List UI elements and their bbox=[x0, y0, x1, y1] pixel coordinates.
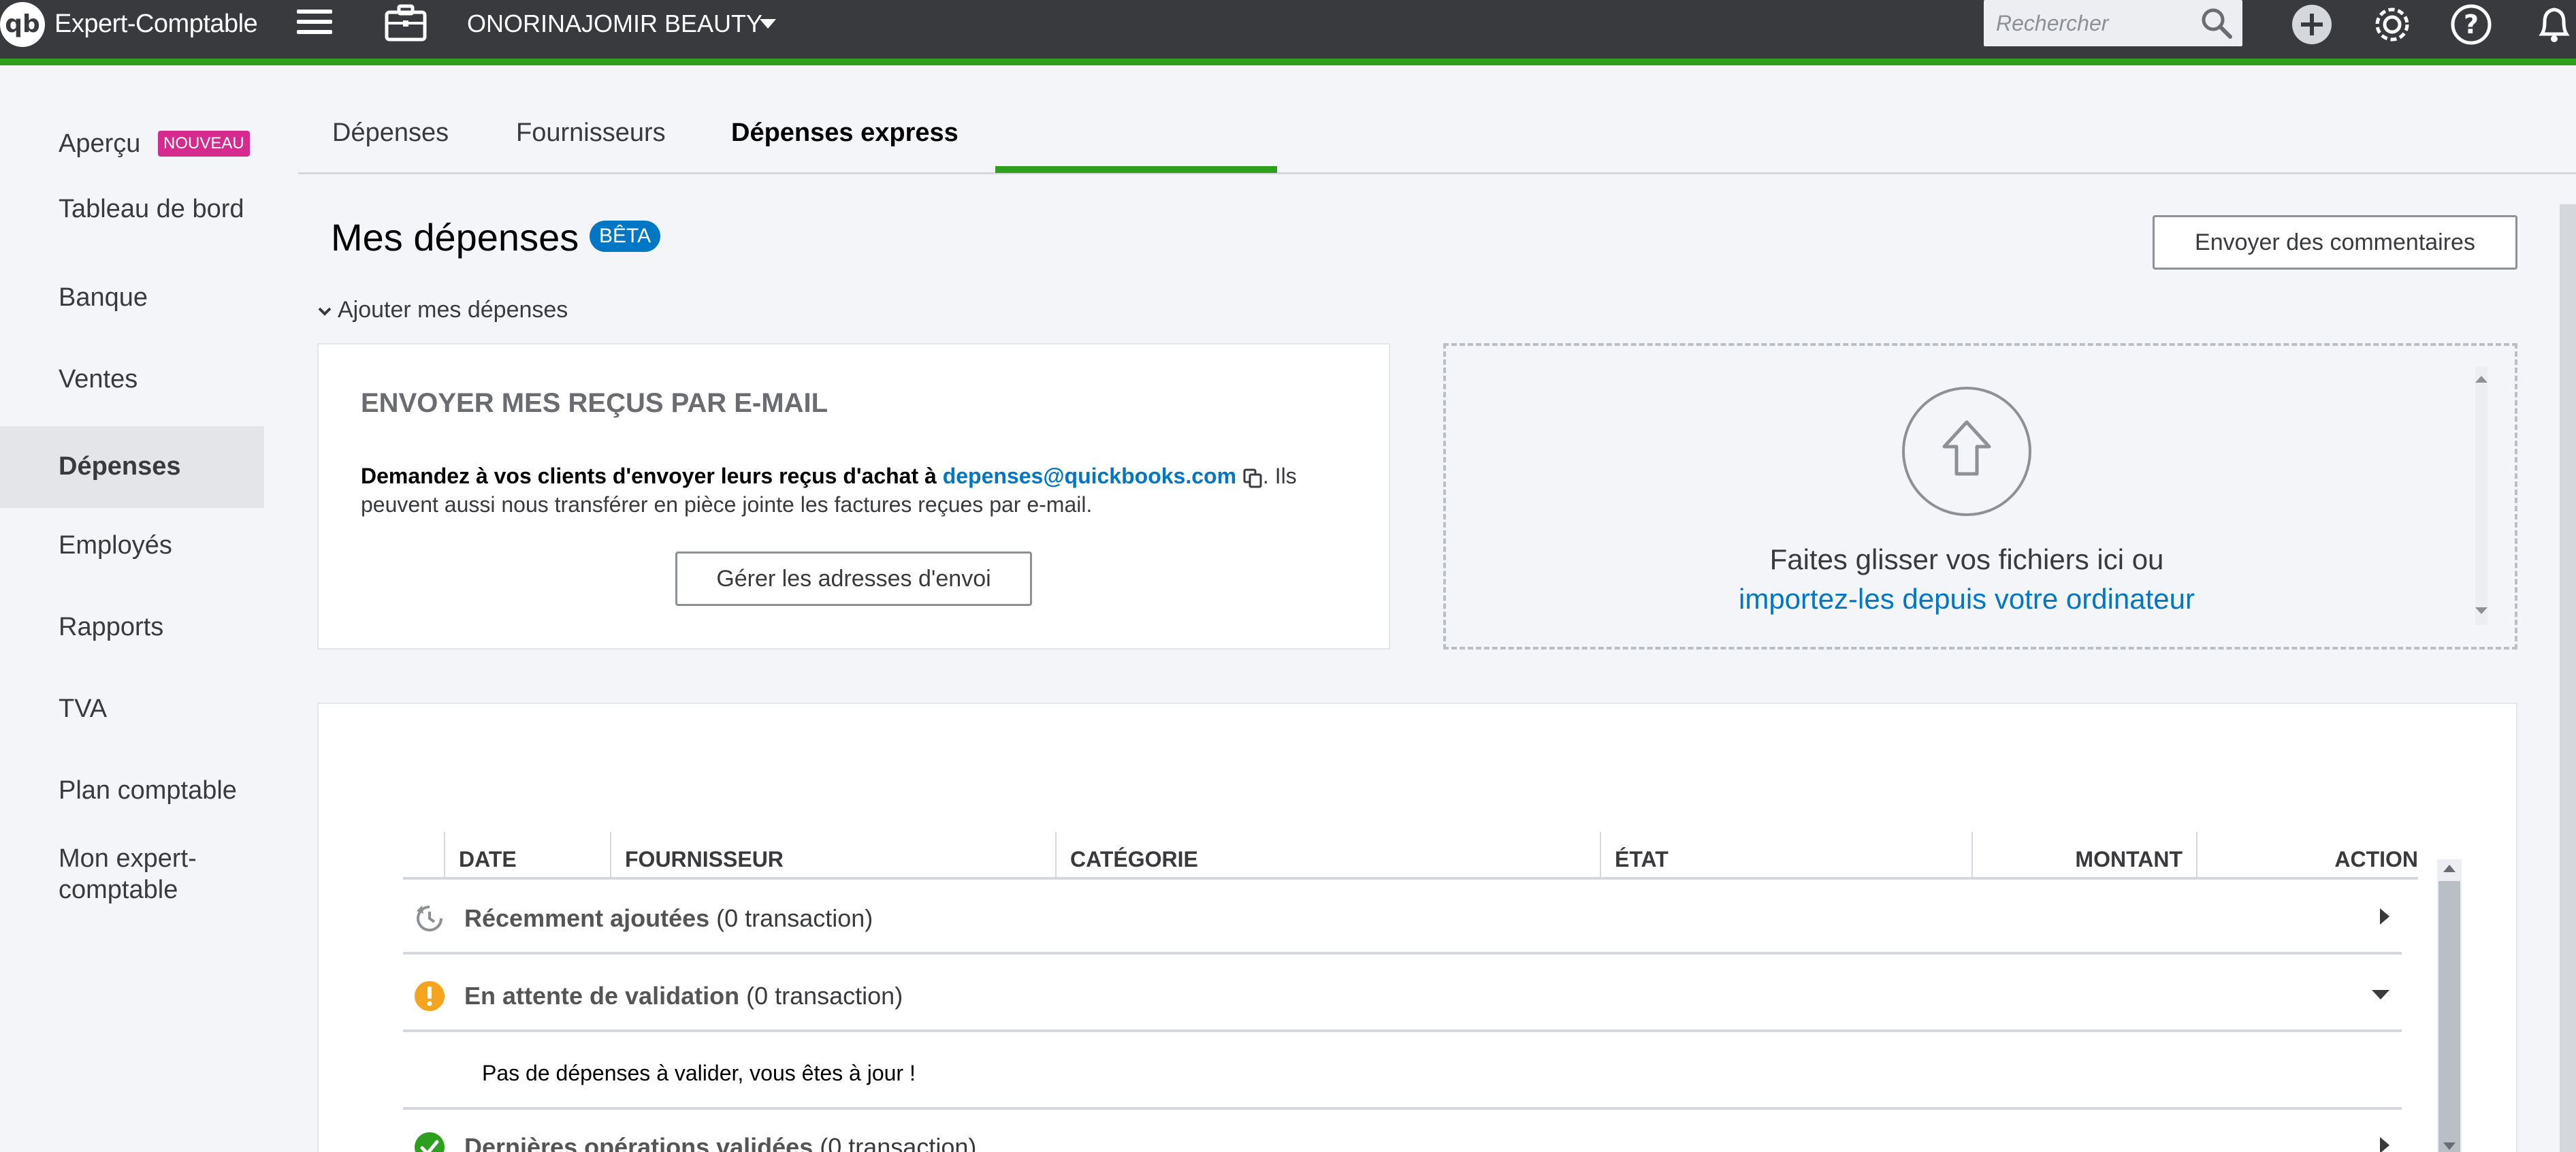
chevron-right-icon[interactable] bbox=[2380, 908, 2389, 925]
send-feedback-button[interactable]: Envoyer des commentaires bbox=[2153, 215, 2517, 270]
column-fournisseur[interactable]: FOURNISSEUR bbox=[610, 832, 1055, 880]
group-recently-added[interactable]: Récemment ajoutées (0 transaction) bbox=[403, 880, 2402, 955]
quickbooks-logo[interactable]: qb bbox=[0, 2, 45, 47]
company-selector[interactable]: ONORINAJOMIR BEAUTY bbox=[467, 10, 762, 38]
scroll-down-icon[interactable] bbox=[2474, 606, 2489, 615]
sidebar-item-ventes[interactable]: Ventes bbox=[0, 358, 264, 403]
top-bar: qb Expert-Comptable ONORINAJOMIR BEAUTY … bbox=[0, 0, 2576, 65]
sidebar-item-plan-comptable[interactable]: Plan comptable bbox=[0, 769, 264, 814]
chevron-down-icon[interactable] bbox=[760, 19, 776, 29]
search-icon[interactable] bbox=[2199, 5, 2234, 41]
sidebar-item-label: Rapports bbox=[59, 613, 164, 641]
drop-zone-text: Faites glisser vos fichiers ici ou bbox=[1769, 543, 2164, 575]
sidebar-item-mon-expert-comptable[interactable]: Mon expert-comptable bbox=[0, 843, 264, 908]
email-card-title: ENVOYER MES REÇUS PAR E-MAIL bbox=[361, 388, 828, 418]
sidebar-item-label: Dépenses bbox=[59, 452, 181, 481]
sidebar-item-depenses[interactable]: Dépenses bbox=[0, 426, 264, 508]
column-date[interactable]: DATE bbox=[444, 832, 610, 880]
sidebar-item-apercu[interactable]: Aperçu NOUVEAU bbox=[0, 123, 264, 167]
sidebar-item-label: Employés bbox=[59, 531, 172, 560]
group-label: Récemment ajoutées (0 transaction) bbox=[464, 904, 873, 933]
scroll-down-icon[interactable] bbox=[2443, 1142, 2456, 1150]
column-montant[interactable]: MONTANT bbox=[1971, 832, 2196, 880]
sidebar-item-rapports[interactable]: Rapports bbox=[0, 606, 264, 651]
sidebar-item-tableau-de-bord[interactable]: Tableau de bord bbox=[0, 193, 264, 259]
gear-icon[interactable] bbox=[2370, 3, 2414, 46]
chevron-down-icon[interactable] bbox=[2372, 990, 2389, 999]
sidebar-item-label: Mon expert-comptable bbox=[59, 844, 197, 904]
check-circle-icon bbox=[415, 1132, 445, 1152]
sidebar-item-employes[interactable]: Employés bbox=[0, 524, 264, 569]
table-header: DATE FOURNISSEUR CATÉGORIE ÉTAT MONTANT … bbox=[403, 794, 2418, 880]
new-badge: NOUVEAU bbox=[158, 131, 250, 157]
copy-icon[interactable] bbox=[1242, 468, 1263, 488]
sidebar-item-label: Ventes bbox=[59, 365, 138, 394]
page-title: Mes dépenses bbox=[331, 216, 579, 259]
group-label: En attente de validation (0 transaction) bbox=[464, 982, 903, 1010]
group-pending-validation[interactable]: En attente de validation (0 transaction) bbox=[403, 957, 2402, 1032]
receipt-email-link[interactable]: depenses@quickbooks.com bbox=[943, 464, 1236, 488]
scroll-up-icon[interactable] bbox=[2443, 865, 2456, 872]
tab-fournisseurs[interactable]: Fournisseurs bbox=[516, 118, 666, 148]
beta-badge: BÊTA bbox=[590, 221, 661, 252]
sidebar-item-banque[interactable]: Banque bbox=[0, 276, 264, 321]
tab-bar: Dépenses Fournisseurs Dépenses express bbox=[298, 106, 2576, 174]
column-action: ACTION bbox=[2196, 832, 2418, 880]
email-card-description: Demandez à vos clients d'envoyer leurs r… bbox=[361, 462, 1341, 519]
manage-addresses-button[interactable]: Gérer les adresses d'envoi bbox=[675, 551, 1032, 606]
search-input[interactable] bbox=[1996, 7, 2193, 39]
group-title: En attente de validation bbox=[464, 982, 740, 1010]
tab-depenses[interactable]: Dépenses bbox=[332, 118, 449, 148]
plus-icon[interactable] bbox=[2290, 3, 2334, 46]
scrollbar-thumb[interactable] bbox=[2438, 881, 2460, 1152]
group-label: Dernières opérations validées (0 transac… bbox=[464, 1133, 976, 1152]
sidebar: Aperçu NOUVEAU Tableau de bord Banque Ve… bbox=[0, 72, 264, 1152]
menu-icon[interactable] bbox=[297, 10, 332, 39]
sidebar-item-label: Aperçu bbox=[59, 129, 141, 158]
chevron-right-icon[interactable] bbox=[2380, 1137, 2389, 1152]
email-receipts-card: ENVOYER MES REÇUS PAR E-MAIL Demandez à … bbox=[317, 343, 1390, 650]
email-card-instruction: Demandez à vos clients d'envoyer leurs r… bbox=[361, 464, 937, 488]
sidebar-item-label: Banque bbox=[59, 283, 148, 312]
column-categorie[interactable]: CATÉGORIE bbox=[1055, 832, 1600, 880]
sidebar-item-label: Tableau de bord bbox=[59, 195, 244, 223]
file-drop-zone[interactable]: Faites glisser vos fichiers ici ou impor… bbox=[1443, 343, 2517, 650]
empty-state-message: Pas de dépenses à valider, vous êtes à j… bbox=[482, 1061, 916, 1085]
briefcase-icon[interactable] bbox=[384, 4, 428, 42]
search-box[interactable] bbox=[1984, 0, 2242, 46]
svg-text:?: ? bbox=[2464, 10, 2479, 39]
upload-icon bbox=[1902, 387, 2031, 516]
group-title: Dernières opérations validées bbox=[464, 1133, 814, 1152]
add-expenses-label: Ajouter mes dépenses bbox=[338, 297, 568, 323]
expenses-table-panel: DATE FOURNISSEUR CATÉGORIE ÉTAT MONTANT … bbox=[317, 703, 2517, 1152]
group-title: Récemment ajoutées bbox=[464, 904, 710, 932]
help-icon[interactable]: ? bbox=[2449, 3, 2493, 46]
bell-icon[interactable] bbox=[2532, 3, 2576, 46]
drop-zone-scrollbar[interactable] bbox=[2467, 366, 2494, 625]
scroll-up-icon[interactable] bbox=[2474, 374, 2489, 384]
empty-state-row: Pas de dépenses à valider, vous êtes à j… bbox=[403, 1035, 2402, 1110]
warning-icon bbox=[415, 981, 445, 1011]
sidebar-item-label: Plan comptable bbox=[59, 776, 237, 805]
upload-from-computer-link[interactable]: importez-les depuis votre ordinateur bbox=[1446, 583, 2488, 615]
chevron-down-icon bbox=[318, 307, 332, 316]
sidebar-item-tva[interactable]: TVA bbox=[0, 688, 264, 733]
tab-depenses-express[interactable]: Dépenses express bbox=[731, 118, 959, 148]
group-count: (0 transaction) bbox=[746, 982, 903, 1010]
clock-refresh-icon bbox=[417, 906, 442, 931]
sidebar-item-label: TVA bbox=[59, 694, 108, 723]
group-count: (0 transaction) bbox=[716, 904, 873, 932]
add-expenses-toggle[interactable]: Ajouter mes dépenses bbox=[315, 297, 568, 323]
active-tab-indicator bbox=[995, 166, 1277, 173]
table-scrollbar[interactable] bbox=[2437, 859, 2462, 1152]
page-scrollbar[interactable] bbox=[2560, 204, 2576, 1152]
app-title: Expert-Comptable bbox=[54, 10, 258, 38]
group-count: (0 transaction) bbox=[820, 1133, 977, 1152]
column-etat[interactable]: ÉTAT bbox=[1600, 832, 1971, 880]
group-last-validated[interactable]: Dernières opérations validées (0 transac… bbox=[403, 1113, 2402, 1152]
